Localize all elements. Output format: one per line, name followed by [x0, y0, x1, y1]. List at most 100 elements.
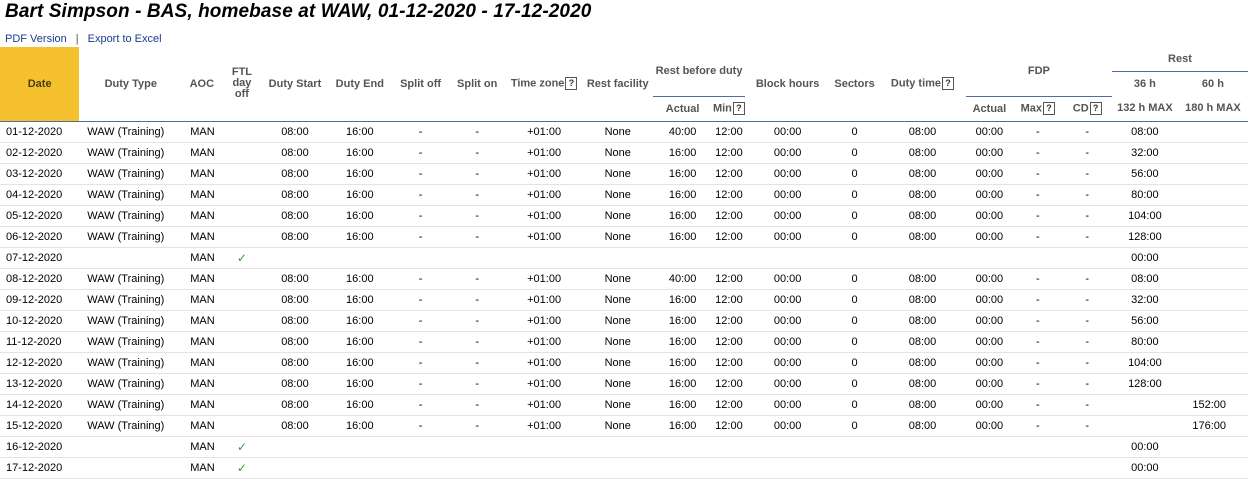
- cell-ftl-day-off: [221, 373, 263, 395]
- table-row[interactable]: 04-12-2020 WAW (Training) MAN 08:00 16:00- - +…: [0, 184, 1248, 206]
- table-row[interactable]: 06-12-2020 WAW (Training) MAN 08:00 16:00- - +…: [0, 226, 1248, 248]
- help-icon[interactable]: ?: [565, 77, 578, 91]
- header-duty-time-label: Duty time: [890, 77, 942, 90]
- cell-rbd-actual: 16:00: [652, 415, 713, 437]
- table-row[interactable]: 14-12-2020 WAW (Training) MAN 08:00 16:00- - +…: [0, 394, 1248, 416]
- cell-rest-60h: [1177, 436, 1248, 458]
- table-row[interactable]: 08-12-2020 WAW (Training) MAN 08:00 16:00- - +…: [0, 268, 1248, 290]
- cell-duty-end: 16:00: [327, 163, 393, 185]
- cell-rbd-actual: 16:00: [652, 205, 713, 227]
- table-row[interactable]: 10-12-2020 WAW (Training) MAN 08:00 16:00- - +…: [0, 310, 1248, 332]
- header-time-zone: Time zone?: [505, 47, 583, 122]
- table-row[interactable]: 07-12-2020 MAN ✓ 00:00: [0, 247, 1248, 269]
- cell-duty-time: [879, 457, 966, 479]
- cell-duty-end: [327, 247, 393, 269]
- help-icon[interactable]: ?: [732, 102, 745, 115]
- cell-rest-36h: [1111, 415, 1178, 437]
- table-row[interactable]: 15-12-2020 WAW (Training) MAN 08:00 16:00- - +…: [0, 415, 1248, 437]
- cell-date: 12-12-2020: [0, 352, 80, 374]
- cell-duty-start: 08:00: [262, 184, 328, 206]
- cell-rbd-min: 12:00: [712, 415, 746, 437]
- header-date[interactable]: Date: [0, 47, 80, 122]
- cell-rest-facility: [582, 436, 653, 458]
- cell-rbd-actual: 16:00: [652, 142, 713, 164]
- cell-block-hours: 00:00: [745, 184, 830, 206]
- table-row[interactable]: 02-12-2020 WAW (Training) MAN 08:00 16:00- - +…: [0, 142, 1248, 164]
- cell-rbd-actual: 16:00: [652, 373, 713, 395]
- cell-sectors: 0: [829, 373, 880, 395]
- table-row[interactable]: 17-12-2020 MAN ✓ 00:00: [0, 457, 1248, 479]
- export-excel-link[interactable]: Export to Excel: [88, 33, 162, 45]
- cell-aoc: MAN: [182, 352, 222, 374]
- cell-ftl-day-off: [221, 121, 263, 143]
- cell-rbd-actual: 16:00: [652, 352, 713, 374]
- cell-rbd-actual: 16:00: [652, 310, 713, 332]
- cell-block-hours: 00:00: [745, 226, 830, 248]
- cell-fdp-cd: [1062, 457, 1112, 479]
- cell-duty-start: 08:00: [262, 226, 328, 248]
- table-row[interactable]: 03-12-2020 WAW (Training) MAN 08:00 16:00- - +…: [0, 163, 1248, 185]
- cell-rbd-min: [712, 247, 746, 269]
- header-rbd-min: Min?: [712, 96, 746, 122]
- cell-duty-end: 16:00: [327, 310, 393, 332]
- header-aoc: AOC: [182, 47, 222, 122]
- cell-duty-type: [79, 436, 183, 458]
- cell-rbd-min: 12:00: [712, 268, 746, 290]
- table-row[interactable]: 09-12-2020 WAW (Training) MAN 08:00 16:00- - +…: [0, 289, 1248, 311]
- table-row[interactable]: 12-12-2020 WAW (Training) MAN 08:00 16:00- - +…: [0, 352, 1248, 374]
- cell-fdp-actual: 00:00: [965, 226, 1014, 248]
- cell-duty-time: 08:00: [879, 121, 966, 143]
- cell-fdp-max: -: [1013, 415, 1063, 437]
- header-sectors: Sectors: [829, 47, 880, 122]
- checkmark-icon: ✓: [236, 460, 247, 475]
- duty-table: Date Duty Type AOC FTL day off Duty Star…: [0, 47, 1248, 479]
- table-row[interactable]: 13-12-2020 WAW (Training) MAN 08:00 16:00- - +…: [0, 373, 1248, 395]
- cell-rest-facility: [582, 247, 653, 269]
- help-icon[interactable]: ?: [1089, 102, 1102, 115]
- header-rest-36h: 36 h: [1111, 71, 1178, 96]
- cell-rest-36h: 32:00: [1111, 142, 1178, 164]
- header-split-off: Split off: [392, 47, 449, 122]
- cell-rest-60h: 152:00: [1177, 394, 1248, 416]
- cell-fdp-cd: [1062, 247, 1112, 269]
- cell-duty-end: [327, 457, 393, 479]
- cell-sectors: 0: [829, 331, 880, 353]
- cell-duty-type: WAW (Training): [79, 121, 183, 143]
- cell-time-zone: +01:00: [505, 352, 583, 374]
- cell-rbd-actual: 16:00: [652, 331, 713, 353]
- cell-aoc: MAN: [182, 205, 222, 227]
- pdf-version-link[interactable]: PDF Version: [5, 33, 67, 45]
- cell-rest-36h: 104:00: [1111, 352, 1178, 374]
- cell-duty-start: [262, 457, 328, 479]
- cell-duty-time: 08:00: [879, 373, 966, 395]
- cell-time-zone: [505, 247, 583, 269]
- cell-duty-end: [327, 436, 393, 458]
- header-time-zone-label: Time zone: [510, 77, 565, 90]
- cell-rest-60h: [1177, 226, 1248, 248]
- cell-date: 04-12-2020: [0, 184, 80, 206]
- header-ftl-label: FTL day off: [231, 66, 253, 101]
- cell-rbd-actual: [652, 436, 713, 458]
- cell-split-off: -: [392, 121, 449, 143]
- header-fdp-cd: CD?: [1062, 96, 1112, 122]
- cell-rest-36h: 00:00: [1111, 247, 1178, 269]
- cell-duty-start: 08:00: [262, 121, 328, 143]
- cell-block-hours: 00:00: [745, 121, 830, 143]
- cell-duty-start: 08:00: [262, 310, 328, 332]
- header-rest-180h-max: 180 h MAX: [1177, 96, 1248, 122]
- table-row[interactable]: 16-12-2020 MAN ✓ 00:00: [0, 436, 1248, 458]
- header-duty-time: Duty time?: [879, 47, 966, 122]
- help-icon[interactable]: ?: [942, 77, 955, 91]
- help-icon[interactable]: ?: [1043, 102, 1055, 115]
- cell-date: 16-12-2020: [0, 436, 80, 458]
- cell-duty-time: 08:00: [879, 226, 966, 248]
- table-row[interactable]: 05-12-2020 WAW (Training) MAN 08:00 16:00- - +…: [0, 205, 1248, 227]
- cell-rest-36h: 104:00: [1111, 205, 1178, 227]
- cell-fdp-max: -: [1013, 331, 1063, 353]
- header-duty-type: Duty Type: [79, 47, 183, 122]
- cell-time-zone: +01:00: [505, 289, 583, 311]
- table-row[interactable]: 11-12-2020 WAW (Training) MAN 08:00 16:00- - +…: [0, 331, 1248, 353]
- cell-rest-facility: None: [582, 142, 653, 164]
- table-row[interactable]: 01-12-2020 WAW (Training) MAN 08:00 16:00- - +…: [0, 121, 1248, 143]
- cell-rest-36h: 00:00: [1111, 436, 1178, 458]
